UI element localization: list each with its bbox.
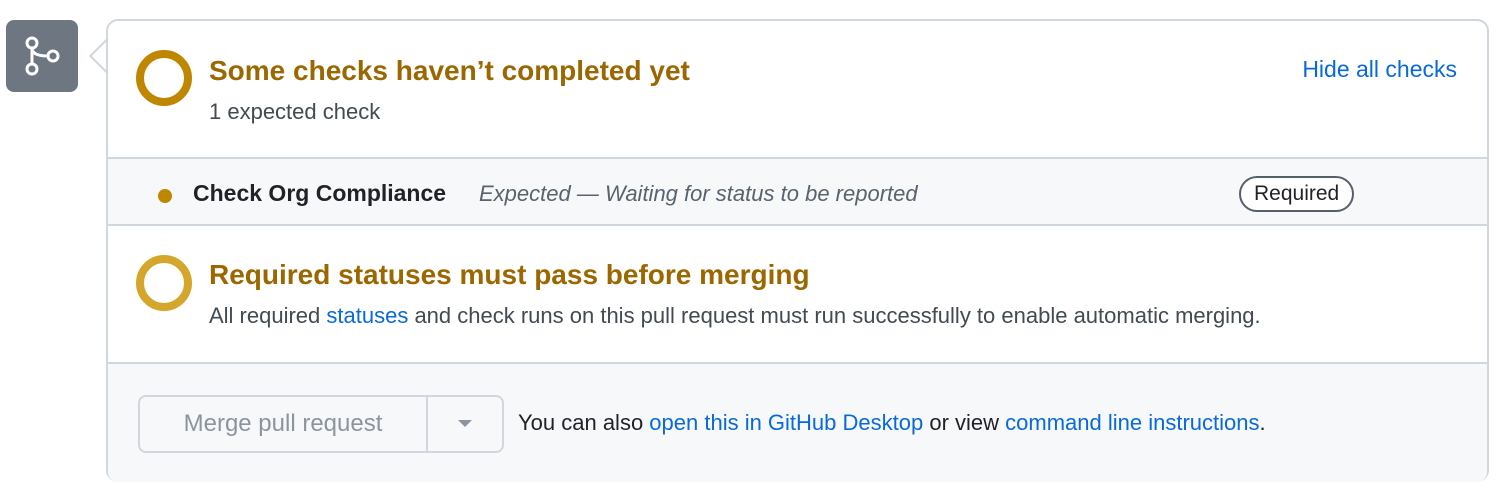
command-line-instructions-link[interactable]: command line instructions [1005,410,1259,435]
merge-controls: Merge pull request You can also open thi… [108,362,1487,482]
required-description: All required statuses and check runs on … [209,303,1261,329]
required-text-before: All required [209,303,327,328]
checks-summary: Some checks haven’t completed yet 1 expe… [108,21,1487,157]
merge-method-dropdown[interactable] [428,397,502,451]
check-description: Expected — Waiting for status to be repo… [479,181,918,206]
checks-title: Some checks haven’t completed yet [209,55,690,86]
required-badge: Required [1239,176,1355,212]
merge-pull-request-button[interactable]: Merge pull request [140,397,428,451]
github-desktop-link[interactable]: open this in GitHub Desktop [649,410,923,435]
git-branch-icon [25,36,60,76]
required-statuses [108,226,1487,362]
merge-box: Some checks haven’t completed yet 1 expe… [106,19,1489,482]
check-row[interactable]: Check Org Compliance Expected — Waiting … [108,157,1487,226]
merge-button-group: Merge pull request [138,395,504,453]
required-text-after: and check runs on this pull request must… [408,303,1261,328]
pending-dot-icon [158,189,172,203]
pending-ring-icon [136,50,192,106]
note-prefix: You can also [518,410,650,435]
merge-status-area: Some checks haven’t completed yet 1 expe… [0,0,1500,494]
checks-subtitle: 1 expected check [209,99,381,124]
hide-all-checks-link[interactable]: Hide all checks [1302,56,1457,83]
required-title: Required statuses must pass before mergi… [209,259,810,290]
merge-status-badge [6,20,78,92]
note-middle: or view [923,410,1006,435]
check-name: Check Org Compliance [193,180,447,206]
pending-ring-icon [136,255,192,311]
triangle-down-icon [458,420,472,427]
statuses-link[interactable]: statuses [326,303,408,328]
merge-alternatives-note: You can also open this in GitHub Desktop… [518,410,1266,436]
note-suffix: . [1259,410,1266,435]
